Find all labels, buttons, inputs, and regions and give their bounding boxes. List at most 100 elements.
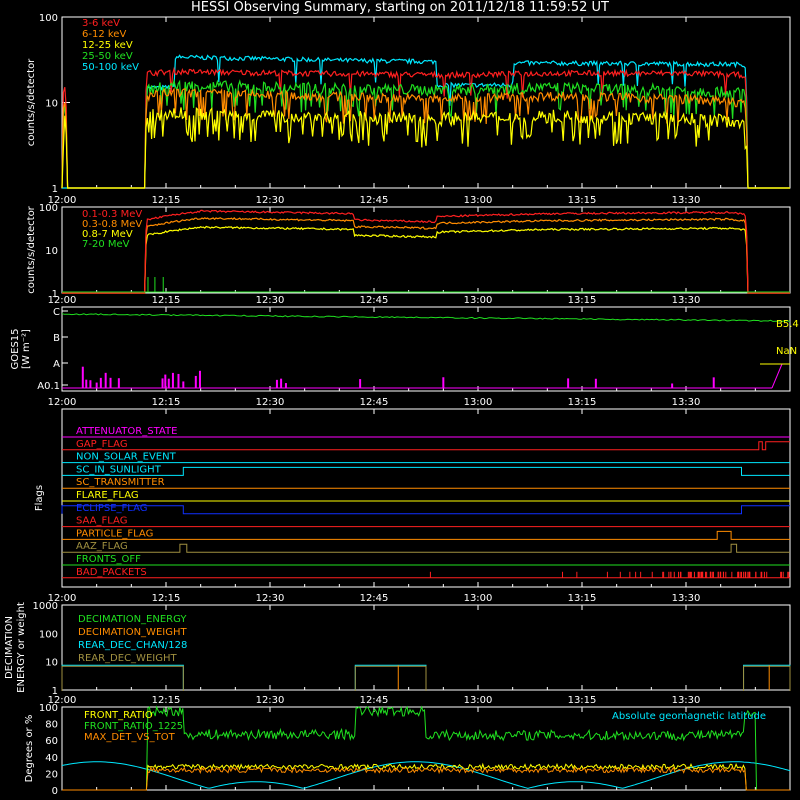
- lowE-time-label: 12:30: [256, 195, 285, 206]
- goes-time-label: 13:00: [464, 397, 493, 408]
- decimation-time-label: 13:15: [568, 695, 597, 706]
- flag-label: FRONTS_OFF: [76, 554, 141, 565]
- ratios-legend-entry: FRONT_RATIO_1225: [84, 721, 183, 732]
- goes-time-label: 12:15: [152, 397, 181, 408]
- flag-label: NON_SOLAR_EVENT: [76, 452, 177, 463]
- lowE-legend-entry: 50-100 keV: [82, 62, 139, 73]
- flags-time-label: 13:15: [568, 593, 597, 604]
- lowE-time-label: 13:15: [568, 195, 597, 206]
- goes-right-label: NaN: [776, 346, 797, 357]
- rear-dec-chan-line: [743, 664, 791, 690]
- highE-y-tick-label: 10: [45, 246, 58, 257]
- goes-y-tick-label: A0.1: [37, 381, 60, 392]
- highE-series-line: [62, 209, 790, 294]
- goes-time-label: 12:00: [48, 397, 77, 408]
- decimation-time-label: 12:45: [360, 695, 389, 706]
- highE-time-label: 13:00: [464, 295, 493, 306]
- decimation-y-tick-label: 100: [39, 629, 58, 640]
- ratios-y-tick-label: 40: [45, 753, 58, 764]
- lowE-time-label: 13:30: [672, 195, 701, 206]
- ratios-y-tick-label: 100: [39, 703, 58, 714]
- rear-dec-chan-line: [61, 664, 184, 690]
- lowE-legend-entry: 25-50 keV: [82, 51, 133, 62]
- flag-label: PARTICLE_FLAG: [76, 528, 153, 539]
- highE-time-label: 12:45: [360, 295, 389, 306]
- lowE-y-tick-label: 1: [52, 184, 58, 195]
- flags-time-label: 13:00: [464, 593, 493, 604]
- plot-canvas: 110100counts/s/detector3-6 keV6-12 keV12…: [4, 13, 799, 797]
- flags-time-label: 13:30: [672, 593, 701, 604]
- decimation-time-label: 12:30: [256, 695, 285, 706]
- goes-long-channel-line: [61, 313, 791, 322]
- ratios-legend-entry: FRONT_RATIO: [84, 710, 153, 721]
- decimation-time-label: 13:30: [672, 695, 701, 706]
- highE-time-label: 12:15: [152, 295, 181, 306]
- highE-time-label: 12:00: [48, 295, 77, 306]
- highE-time-label: 13:30: [672, 295, 701, 306]
- lowE-series-line: [61, 66, 790, 189]
- flags-time-label: 12:45: [360, 593, 389, 604]
- ratios-y-tick-label: 60: [45, 736, 58, 747]
- flags-time-label: 12:15: [152, 593, 181, 604]
- lowE-time-label: 12:15: [152, 195, 181, 206]
- highE-series-line: [62, 217, 790, 294]
- lowE-y-tick-label: 100: [39, 13, 58, 24]
- decimation-y-tick-label: 10: [45, 658, 58, 669]
- highE-y-axis-label: counts/s/detector: [26, 205, 37, 293]
- highE-time-label: 12:30: [256, 295, 285, 306]
- goes-time-label: 12:30: [256, 397, 285, 408]
- rear-dec-weight-line: [743, 665, 791, 691]
- goes-y-tick-label: B: [53, 333, 60, 344]
- lowE-time-label: 12:45: [360, 195, 389, 206]
- rear-dec-weight-line: [61, 665, 184, 691]
- flag-line: [61, 505, 790, 515]
- goes-short-channel-line: [771, 363, 783, 389]
- lowE-legend-entry: 6-12 keV: [82, 29, 126, 40]
- highE-time-label: 13:15: [568, 295, 597, 306]
- ratios-y-tick-label: 0: [52, 786, 58, 797]
- geomagnetic-latitude-annotation: Absolute geomagnetic latitude: [612, 711, 766, 722]
- lowE-legend-entry: 3-6 keV: [82, 18, 120, 29]
- decimation-y-axis-label: DECIMATION: [4, 616, 15, 679]
- flag-line: [62, 441, 790, 451]
- rear-dec-weight-line: [354, 665, 427, 691]
- lowE-legend-entry: 12-25 keV: [82, 40, 133, 51]
- flag-label: SC_IN_SUNLIGHT: [76, 464, 162, 475]
- goes-right-label: B5.4: [776, 319, 799, 330]
- flag-line: [62, 530, 790, 540]
- goes-y-axis-unit: [W m⁻²]: [21, 329, 32, 369]
- flag-label: AAZ_FLAG: [76, 541, 128, 552]
- goes-y-tick-label: A: [53, 359, 60, 370]
- goes-time-label: 13:30: [672, 397, 701, 408]
- lowE-series-line: [61, 106, 790, 189]
- flags-time-label: 12:30: [256, 593, 285, 604]
- flag-label: SC_TRANSMITTER: [76, 477, 165, 488]
- flag-line: [62, 466, 790, 476]
- goes-time-label: 13:15: [568, 397, 597, 408]
- decimation-time-label: 12:15: [152, 695, 181, 706]
- decimation-legend-entry: DECIMATION_WEIGHT: [78, 627, 187, 638]
- lowE-y-tick-label: 10: [45, 99, 58, 110]
- ratios-y-tick-label: 20: [45, 769, 58, 780]
- flag-label: FLARE_FLAG: [76, 490, 139, 501]
- flags-y-axis-label: Flags: [34, 485, 45, 511]
- flag-label: GAP_FLAG: [76, 439, 128, 450]
- ratios-y-axis-label: Degrees or %: [24, 715, 35, 783]
- decimation-y-axis-label2: ENERGY or weight: [16, 602, 27, 693]
- hessi-summary-plot: HESSI Observing Summary, starting on 201…: [0, 0, 800, 800]
- lowE-series-line: [61, 78, 790, 189]
- highE-series-line: [62, 225, 790, 294]
- goes-time-label: 12:45: [360, 397, 389, 408]
- decimation-legend-entry: DECIMATION_ENERGY: [78, 614, 187, 625]
- lowE-y-axis-label: counts/s/detector: [26, 58, 37, 146]
- goes-y-axis-label: GOES15: [10, 328, 21, 369]
- flag-line: [62, 543, 790, 553]
- lowE-time-label: 13:00: [464, 195, 493, 206]
- highE-y-tick-label: 100: [39, 203, 58, 214]
- flag-label: SAA_FLAG: [76, 516, 127, 527]
- decimation-time-label: 13:00: [464, 695, 493, 706]
- decimation-y-tick-label: 1000: [33, 601, 58, 612]
- ratios-legend-entry: MAX_DET_VS_TOT: [84, 732, 176, 743]
- goes-y-tick-label: C: [53, 307, 60, 318]
- highE-legend-entry: 7-20 MeV: [82, 239, 130, 250]
